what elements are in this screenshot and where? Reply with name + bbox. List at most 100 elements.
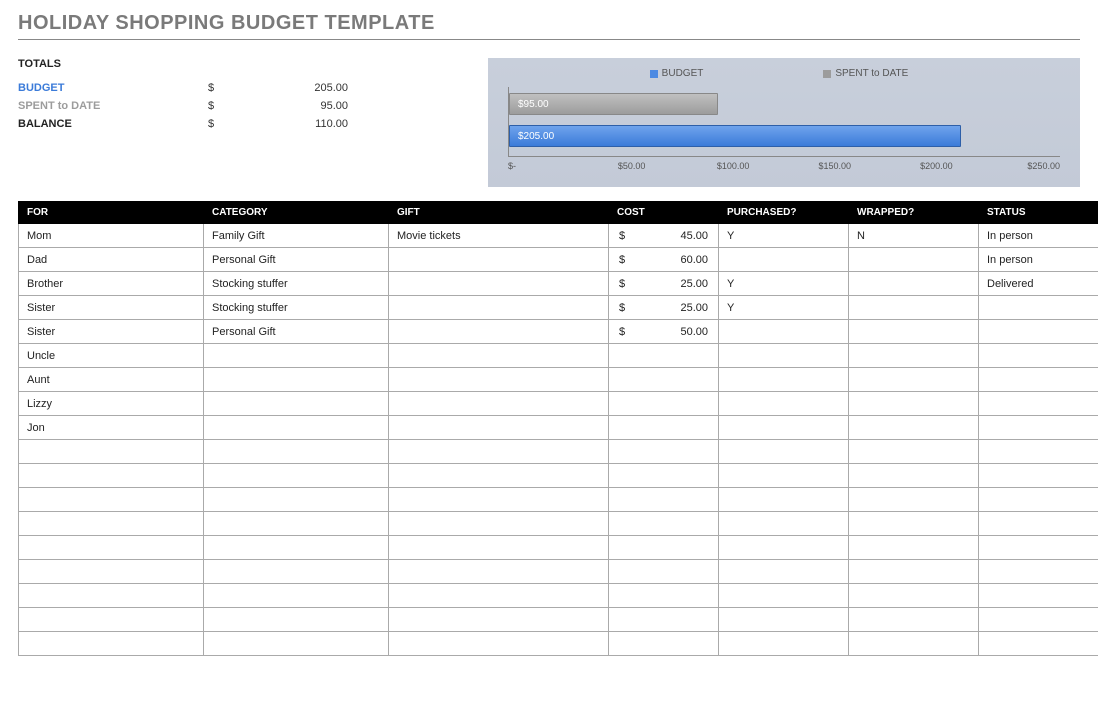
cell-cost[interactable]: [609, 536, 719, 560]
cell-wrapped[interactable]: [849, 320, 979, 344]
cell-purchased[interactable]: [719, 584, 849, 608]
cell-purchased[interactable]: [719, 248, 849, 272]
cell-category[interactable]: [204, 560, 389, 584]
table-row[interactable]: [19, 608, 1098, 632]
cell-for[interactable]: Sister: [19, 320, 204, 344]
cell-purchased[interactable]: [719, 608, 849, 632]
cell-for[interactable]: Dad: [19, 248, 204, 272]
cell-category[interactable]: Family Gift: [204, 224, 389, 248]
cell-category[interactable]: Stocking stuffer: [204, 272, 389, 296]
cell-category[interactable]: [204, 536, 389, 560]
cell-wrapped[interactable]: [849, 536, 979, 560]
cell-wrapped[interactable]: [849, 368, 979, 392]
cell-purchased[interactable]: [719, 632, 849, 656]
cell-cost[interactable]: $60.00: [609, 248, 719, 272]
cell-for[interactable]: Aunt: [19, 368, 204, 392]
cell-category[interactable]: [204, 416, 389, 440]
cell-gift[interactable]: [389, 272, 609, 296]
cell-gift[interactable]: [389, 368, 609, 392]
cell-gift[interactable]: [389, 536, 609, 560]
cell-wrapped[interactable]: [849, 632, 979, 656]
cell-category[interactable]: Personal Gift: [204, 320, 389, 344]
cell-wrapped[interactable]: [849, 512, 979, 536]
cell-for[interactable]: [19, 584, 204, 608]
cell-category[interactable]: [204, 608, 389, 632]
cell-status[interactable]: [979, 440, 1098, 464]
cell-status[interactable]: [979, 392, 1098, 416]
cell-gift[interactable]: [389, 296, 609, 320]
cell-gift[interactable]: [389, 584, 609, 608]
cell-category[interactable]: Stocking stuffer: [204, 296, 389, 320]
cell-for[interactable]: [19, 632, 204, 656]
cell-gift[interactable]: [389, 248, 609, 272]
cell-cost[interactable]: [609, 608, 719, 632]
cell-wrapped[interactable]: [849, 344, 979, 368]
cell-for[interactable]: [19, 512, 204, 536]
table-row[interactable]: [19, 464, 1098, 488]
cell-cost[interactable]: $50.00: [609, 320, 719, 344]
cell-category[interactable]: [204, 512, 389, 536]
table-row[interactable]: Jon: [19, 416, 1098, 440]
cell-category[interactable]: [204, 368, 389, 392]
table-row[interactable]: [19, 440, 1098, 464]
cell-wrapped[interactable]: [849, 608, 979, 632]
table-row[interactable]: MomFamily GiftMovie tickets$45.00YNIn pe…: [19, 224, 1098, 248]
table-row[interactable]: [19, 560, 1098, 584]
cell-status[interactable]: [979, 368, 1098, 392]
cell-for[interactable]: Sister: [19, 296, 204, 320]
cell-cost[interactable]: [609, 560, 719, 584]
cell-purchased[interactable]: [719, 536, 849, 560]
cell-status[interactable]: [979, 536, 1098, 560]
cell-category[interactable]: [204, 440, 389, 464]
table-row[interactable]: [19, 488, 1098, 512]
cell-for[interactable]: [19, 488, 204, 512]
table-row[interactable]: SisterPersonal Gift $50.00: [19, 320, 1098, 344]
cell-purchased[interactable]: Y: [719, 224, 849, 248]
cell-gift[interactable]: [389, 632, 609, 656]
table-row[interactable]: BrotherStocking stuffer$25.00YDelivered: [19, 272, 1098, 296]
cell-cost[interactable]: [609, 464, 719, 488]
cell-status[interactable]: [979, 632, 1098, 656]
cell-status[interactable]: [979, 416, 1098, 440]
cell-for[interactable]: [19, 440, 204, 464]
cell-for[interactable]: Mom: [19, 224, 204, 248]
cell-gift[interactable]: [389, 392, 609, 416]
cell-for[interactable]: Jon: [19, 416, 204, 440]
cell-purchased[interactable]: [719, 488, 849, 512]
cell-purchased[interactable]: [719, 416, 849, 440]
cell-for[interactable]: [19, 608, 204, 632]
cell-wrapped[interactable]: [849, 272, 979, 296]
cell-purchased[interactable]: [719, 368, 849, 392]
cell-gift[interactable]: [389, 512, 609, 536]
cell-category[interactable]: Personal Gift: [204, 248, 389, 272]
cell-status[interactable]: [979, 344, 1098, 368]
cell-cost[interactable]: $25.00: [609, 272, 719, 296]
cell-status[interactable]: [979, 320, 1098, 344]
cell-gift[interactable]: [389, 488, 609, 512]
cell-gift[interactable]: Movie tickets: [389, 224, 609, 248]
cell-wrapped[interactable]: [849, 416, 979, 440]
table-row[interactable]: [19, 512, 1098, 536]
cell-for[interactable]: Uncle: [19, 344, 204, 368]
cell-wrapped[interactable]: [849, 464, 979, 488]
cell-gift[interactable]: [389, 608, 609, 632]
cell-for[interactable]: Brother: [19, 272, 204, 296]
cell-status[interactable]: In person: [979, 224, 1098, 248]
cell-cost[interactable]: [609, 392, 719, 416]
table-row[interactable]: [19, 584, 1098, 608]
cell-wrapped[interactable]: N: [849, 224, 979, 248]
cell-cost[interactable]: [609, 512, 719, 536]
cell-purchased[interactable]: [719, 320, 849, 344]
cell-status[interactable]: [979, 560, 1098, 584]
cell-status[interactable]: [979, 608, 1098, 632]
table-row[interactable]: DadPersonal Gift$60.00In person: [19, 248, 1098, 272]
table-row[interactable]: [19, 632, 1098, 656]
table-row[interactable]: SisterStocking stuffer$25.00Y: [19, 296, 1098, 320]
cell-category[interactable]: [204, 632, 389, 656]
cell-purchased[interactable]: Y: [719, 296, 849, 320]
cell-for[interactable]: [19, 536, 204, 560]
cell-cost[interactable]: [609, 632, 719, 656]
cell-wrapped[interactable]: [849, 488, 979, 512]
cell-cost[interactable]: [609, 488, 719, 512]
table-row[interactable]: Lizzy: [19, 392, 1098, 416]
